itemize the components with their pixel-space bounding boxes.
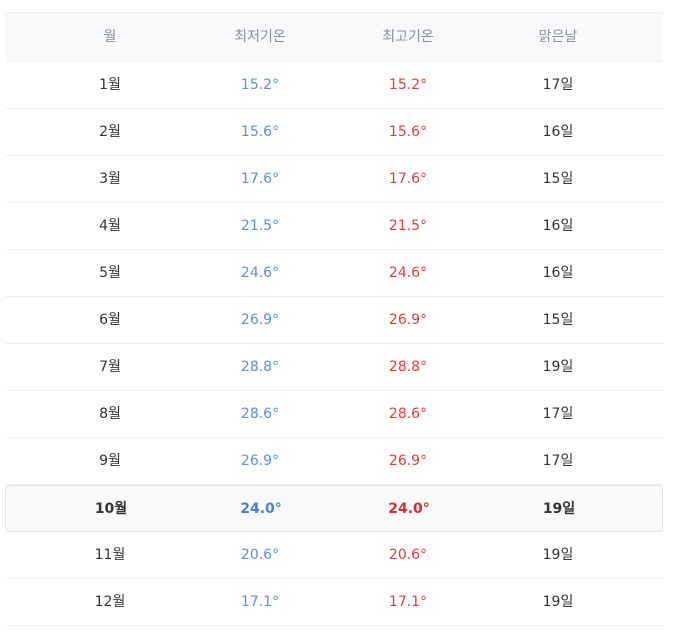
table-row: 10월 24.0° 24.0° 19일: [5, 485, 663, 532]
table-row: 2월 15.6° 15.6° 16일: [5, 109, 663, 156]
high-temp-cell: 17.6°: [388, 171, 428, 187]
sunny-days-cell: 16일: [542, 265, 574, 281]
high-temp-cell: 24.0°: [388, 500, 430, 517]
table-row: 5월 24.6° 24.6° 16일: [5, 250, 663, 297]
sunny-days-cell: 16일: [542, 218, 574, 234]
high-temp-cell: 21.5°: [388, 218, 428, 234]
low-temp-cell: 15.2°: [240, 77, 280, 93]
high-temp-cell: 28.8°: [388, 359, 428, 375]
high-temp-cell: 26.9°: [388, 453, 428, 469]
table-row: 11월 20.6° 20.6° 19일: [5, 532, 663, 579]
sunny-days-cell: 17일: [542, 406, 574, 422]
table-row: 1월 15.2° 15.2° 17일: [5, 62, 663, 109]
month-cell: 2월: [99, 124, 121, 140]
table-row: 7월 28.8° 28.8° 19일: [5, 344, 663, 391]
header-sunny-days: 맑은날: [538, 29, 578, 45]
climate-table: 월 최저기온 최고기온 맑은날 1월 15.2° 15.2° 17일 2월 15…: [5, 12, 663, 626]
sunny-days-cell: 17일: [542, 77, 574, 93]
table-row: 3월 17.6° 17.6° 15일: [5, 156, 663, 203]
sunny-days-cell: 15일: [542, 312, 574, 328]
low-temp-cell: 17.1°: [240, 594, 280, 610]
table-header: 월 최저기온 최고기온 맑은날: [5, 12, 663, 62]
month-cell: 10월: [94, 500, 128, 517]
sunny-days-cell: 19일: [542, 547, 574, 563]
low-temp-cell: 26.9°: [240, 453, 280, 469]
high-temp-cell: 28.6°: [388, 406, 428, 422]
high-temp-cell: 17.1°: [388, 594, 428, 610]
sunny-days-cell: 16일: [542, 124, 574, 140]
table-row: 12월 17.1° 17.1° 19일: [5, 579, 663, 626]
month-cell: 11월: [94, 547, 126, 563]
high-temp-cell: 20.6°: [388, 547, 428, 563]
month-cell: 9월: [99, 453, 121, 469]
low-temp-cell: 15.6°: [240, 124, 280, 140]
high-temp-cell: 15.6°: [388, 124, 428, 140]
low-temp-cell: 24.6°: [240, 265, 280, 281]
sunny-days-cell: 19일: [542, 500, 576, 517]
header-high-temp: 최고기온: [382, 29, 434, 45]
table-row: 4월 21.5° 21.5° 16일: [5, 203, 663, 250]
table-row: 9월 26.9° 26.9° 17일: [5, 438, 663, 485]
month-cell: 1월: [99, 77, 121, 93]
sunny-days-cell: 15일: [542, 171, 574, 187]
low-temp-cell: 17.6°: [240, 171, 280, 187]
month-cell: 7월: [99, 359, 121, 375]
low-temp-cell: 20.6°: [240, 547, 280, 563]
header-low-temp: 최저기온: [234, 29, 286, 45]
high-temp-cell: 15.2°: [388, 77, 428, 93]
header-month: 월: [103, 29, 117, 45]
low-temp-cell: 21.5°: [240, 218, 280, 234]
table-row: 6월 26.9° 26.9° 15일: [5, 297, 663, 344]
month-cell: 6월: [99, 312, 121, 328]
low-temp-cell: 26.9°: [240, 312, 280, 328]
month-cell: 8월: [99, 406, 121, 422]
low-temp-cell: 28.6°: [240, 406, 280, 422]
high-temp-cell: 24.6°: [388, 265, 428, 281]
low-temp-cell: 28.8°: [240, 359, 280, 375]
table-body: 1월 15.2° 15.2° 17일 2월 15.6° 15.6° 16일 3월…: [5, 62, 663, 626]
low-temp-cell: 24.0°: [240, 500, 282, 517]
month-cell: 5월: [99, 265, 121, 281]
high-temp-cell: 26.9°: [388, 312, 428, 328]
sunny-days-cell: 17일: [542, 453, 574, 469]
table-row: 8월 28.6° 28.6° 17일: [5, 391, 663, 438]
sunny-days-cell: 19일: [542, 359, 574, 375]
month-cell: 12월: [94, 594, 126, 610]
month-cell: 4월: [99, 218, 121, 234]
month-cell: 3월: [99, 171, 121, 187]
sunny-days-cell: 19일: [542, 594, 574, 610]
